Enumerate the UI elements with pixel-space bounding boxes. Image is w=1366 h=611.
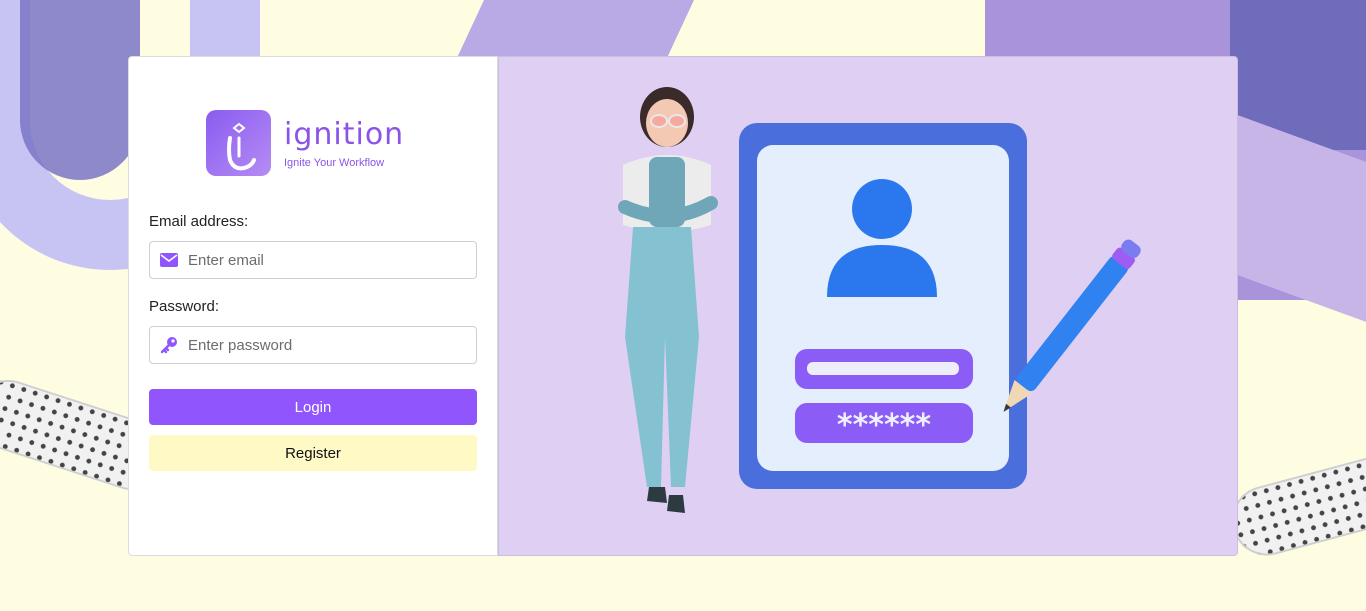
email-label: Email address: <box>149 213 249 230</box>
brand-tagline: Ignite Your Workflow <box>284 156 385 169</box>
brand-logo-icon <box>206 110 271 176</box>
register-button[interactable]: Register <box>149 435 477 471</box>
brand: ignition Ignite Your Workflow <box>206 110 404 176</box>
brand-text: ignition Ignite Your Workflow <box>284 116 405 169</box>
login-card: ignition Ignite Your Workflow Email addr… <box>128 56 1238 556</box>
key-icon <box>150 336 188 354</box>
woman-figure <box>618 87 718 513</box>
password-field[interactable] <box>149 326 477 364</box>
password-label: Password: <box>149 298 220 315</box>
bg-dotted-wave <box>1224 446 1366 564</box>
login-button[interactable]: Login <box>149 389 477 425</box>
login-form-panel: ignition Ignite Your Workflow Email addr… <box>128 56 498 556</box>
email-field[interactable] <box>149 241 477 279</box>
envelope-icon <box>150 253 188 267</box>
password-mask-text: ****** <box>837 408 931 443</box>
illustration-panel: ****** <box>498 56 1238 556</box>
bg-shape <box>20 0 140 180</box>
login-illustration: ****** <box>618 87 1141 513</box>
email-input[interactable] <box>188 251 476 269</box>
profile-card-graphic: ****** <box>739 123 1027 489</box>
password-input[interactable] <box>188 336 476 354</box>
brand-name: ignition <box>284 116 405 152</box>
